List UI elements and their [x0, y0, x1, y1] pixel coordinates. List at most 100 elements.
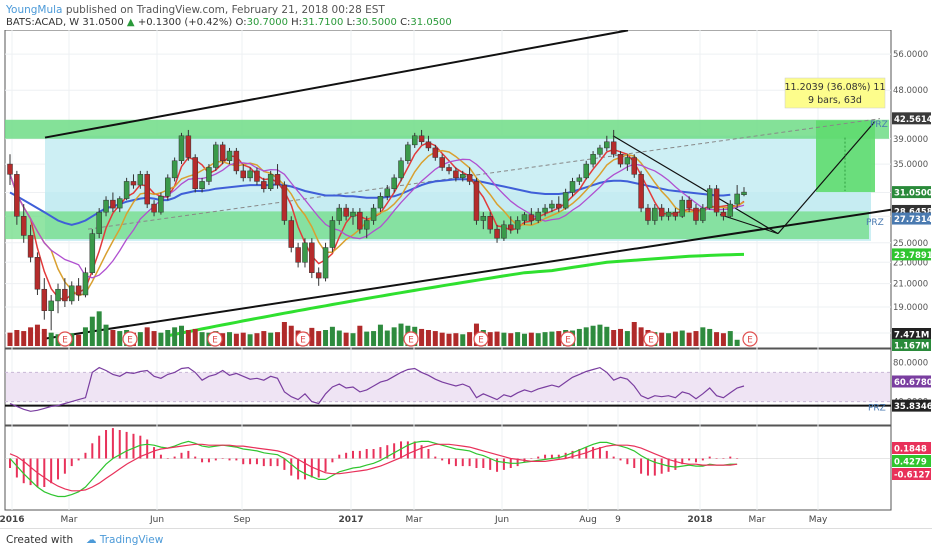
candle-body: [528, 214, 535, 221]
time-tick-label: Sep: [234, 515, 251, 525]
volume-bar: [268, 332, 274, 346]
rsi-pane: PRZ: [5, 366, 891, 413]
macd-histogram-bar: [15, 458, 18, 478]
macd-histogram-bar: [688, 458, 691, 461]
volume-bar: [178, 325, 184, 346]
macd-histogram-bar: [502, 458, 505, 470]
volume-bar: [501, 332, 507, 346]
volume-bar: [82, 327, 88, 346]
candle-body: [741, 191, 747, 196]
price-tick-label: 25.0000: [893, 239, 928, 249]
macd-histogram-bar: [269, 458, 272, 467]
candle-body: [219, 144, 226, 162]
candle-body: [309, 242, 315, 273]
symbol-interval[interactable]: BATS:ACAD, W: [6, 17, 79, 28]
candle-body: [411, 135, 418, 146]
candle-body: [274, 174, 281, 186]
volume-bar: [240, 332, 246, 346]
brand-name: TradingView: [99, 534, 164, 546]
volume-bar: [576, 328, 582, 346]
candle-body: [693, 207, 699, 221]
candle-body: [158, 196, 164, 213]
time-tick-label: Mar: [61, 515, 78, 525]
candle-body: [700, 207, 706, 221]
volume-bar: [467, 332, 473, 346]
earnings-marker-label: E: [565, 336, 571, 346]
candle-body: [624, 157, 631, 165]
close-value: 31.0500: [410, 17, 452, 28]
macd-histogram-bar: [406, 441, 409, 459]
candle-body: [459, 174, 466, 179]
volume-bar: [672, 331, 678, 346]
volume-bar: [384, 330, 390, 346]
macd-histogram-bar: [626, 458, 629, 465]
candle-body: [151, 203, 157, 213]
chart-canvas[interactable]: E E E E E E E E E 11.2039 (36.08%) 11 9 bars, 63d…: [0, 30, 932, 528]
volume-bar: [247, 334, 253, 346]
rsi-badge-text: 60.6780: [894, 378, 932, 388]
macd-histogram-bar: [660, 458, 663, 474]
price-tick-label: 35.0000: [893, 160, 928, 170]
price-tick-label: 56.0000: [893, 50, 928, 60]
candle-body: [398, 160, 404, 179]
volume-bar: [521, 333, 527, 346]
volume-bar: [192, 328, 198, 346]
volume-bar: [604, 326, 610, 346]
volume-bar: [693, 331, 699, 346]
candle-body: [734, 193, 740, 205]
time-tick-label: Aug: [579, 515, 597, 525]
volume-bar: [199, 332, 205, 346]
candle-body: [562, 192, 569, 209]
macd-histogram-bar: [674, 458, 677, 470]
macd-histogram-bar: [153, 447, 156, 459]
prz-label-bottom: PRZ: [866, 218, 884, 228]
candle-body: [281, 184, 288, 221]
publisher-name[interactable]: YoungMula: [6, 4, 62, 16]
volume-bar: [151, 331, 157, 346]
candle-body: [343, 207, 349, 217]
candle-body: [130, 181, 137, 186]
candle-body: [425, 141, 432, 149]
symbol-legend: BATS:ACAD, W 31.0500 ▲ +0.1300 (+0.42%) …: [6, 17, 452, 28]
macd-histogram-bar: [358, 450, 361, 459]
created-with-text: Created with: [6, 534, 74, 546]
candle-body: [315, 272, 322, 279]
candle-body: [14, 174, 20, 217]
candle-body: [508, 224, 514, 230]
macd-histogram-bar: [605, 450, 608, 459]
volume-bar: [275, 332, 281, 346]
candle-body: [213, 144, 219, 168]
candle-body: [62, 288, 68, 302]
candle-body: [679, 199, 686, 217]
candle-body: [686, 199, 692, 209]
macd-histogram-bar: [530, 458, 533, 459]
macd-histogram-bar: [201, 458, 204, 463]
volume-bar: [137, 332, 143, 346]
macd-histogram-bar: [249, 458, 252, 465]
prz-label-top: PRZ: [870, 120, 888, 130]
tradingview-logo[interactable]: ☁ TradingView: [86, 534, 163, 546]
macd-histogram-bar: [379, 447, 382, 459]
candle-body: [514, 220, 521, 230]
close-label: C:: [400, 17, 411, 28]
candle-body: [549, 203, 555, 209]
price-badge-text: 1.167M: [894, 342, 929, 352]
volume-bar: [460, 334, 466, 346]
macd-histogram-bar: [303, 458, 306, 480]
macd-histogram-bar: [338, 454, 341, 459]
volume-bar: [528, 332, 534, 346]
volume-bar: [281, 322, 287, 346]
macd-histogram-bar: [667, 458, 670, 472]
volume-bar: [357, 325, 363, 346]
macd-badge-text: 0.4279: [894, 458, 927, 468]
volume-bar: [583, 327, 589, 346]
candle-body: [350, 211, 356, 217]
volume-bar: [261, 331, 267, 346]
rsi-badge-text: 35.8346: [894, 402, 932, 412]
macd-histogram-bar: [111, 428, 114, 459]
volume-bar: [227, 332, 233, 346]
macd-histogram-bar: [694, 458, 697, 463]
volume-bar: [439, 332, 445, 346]
candle-body: [405, 144, 411, 162]
candle-body: [322, 247, 329, 279]
